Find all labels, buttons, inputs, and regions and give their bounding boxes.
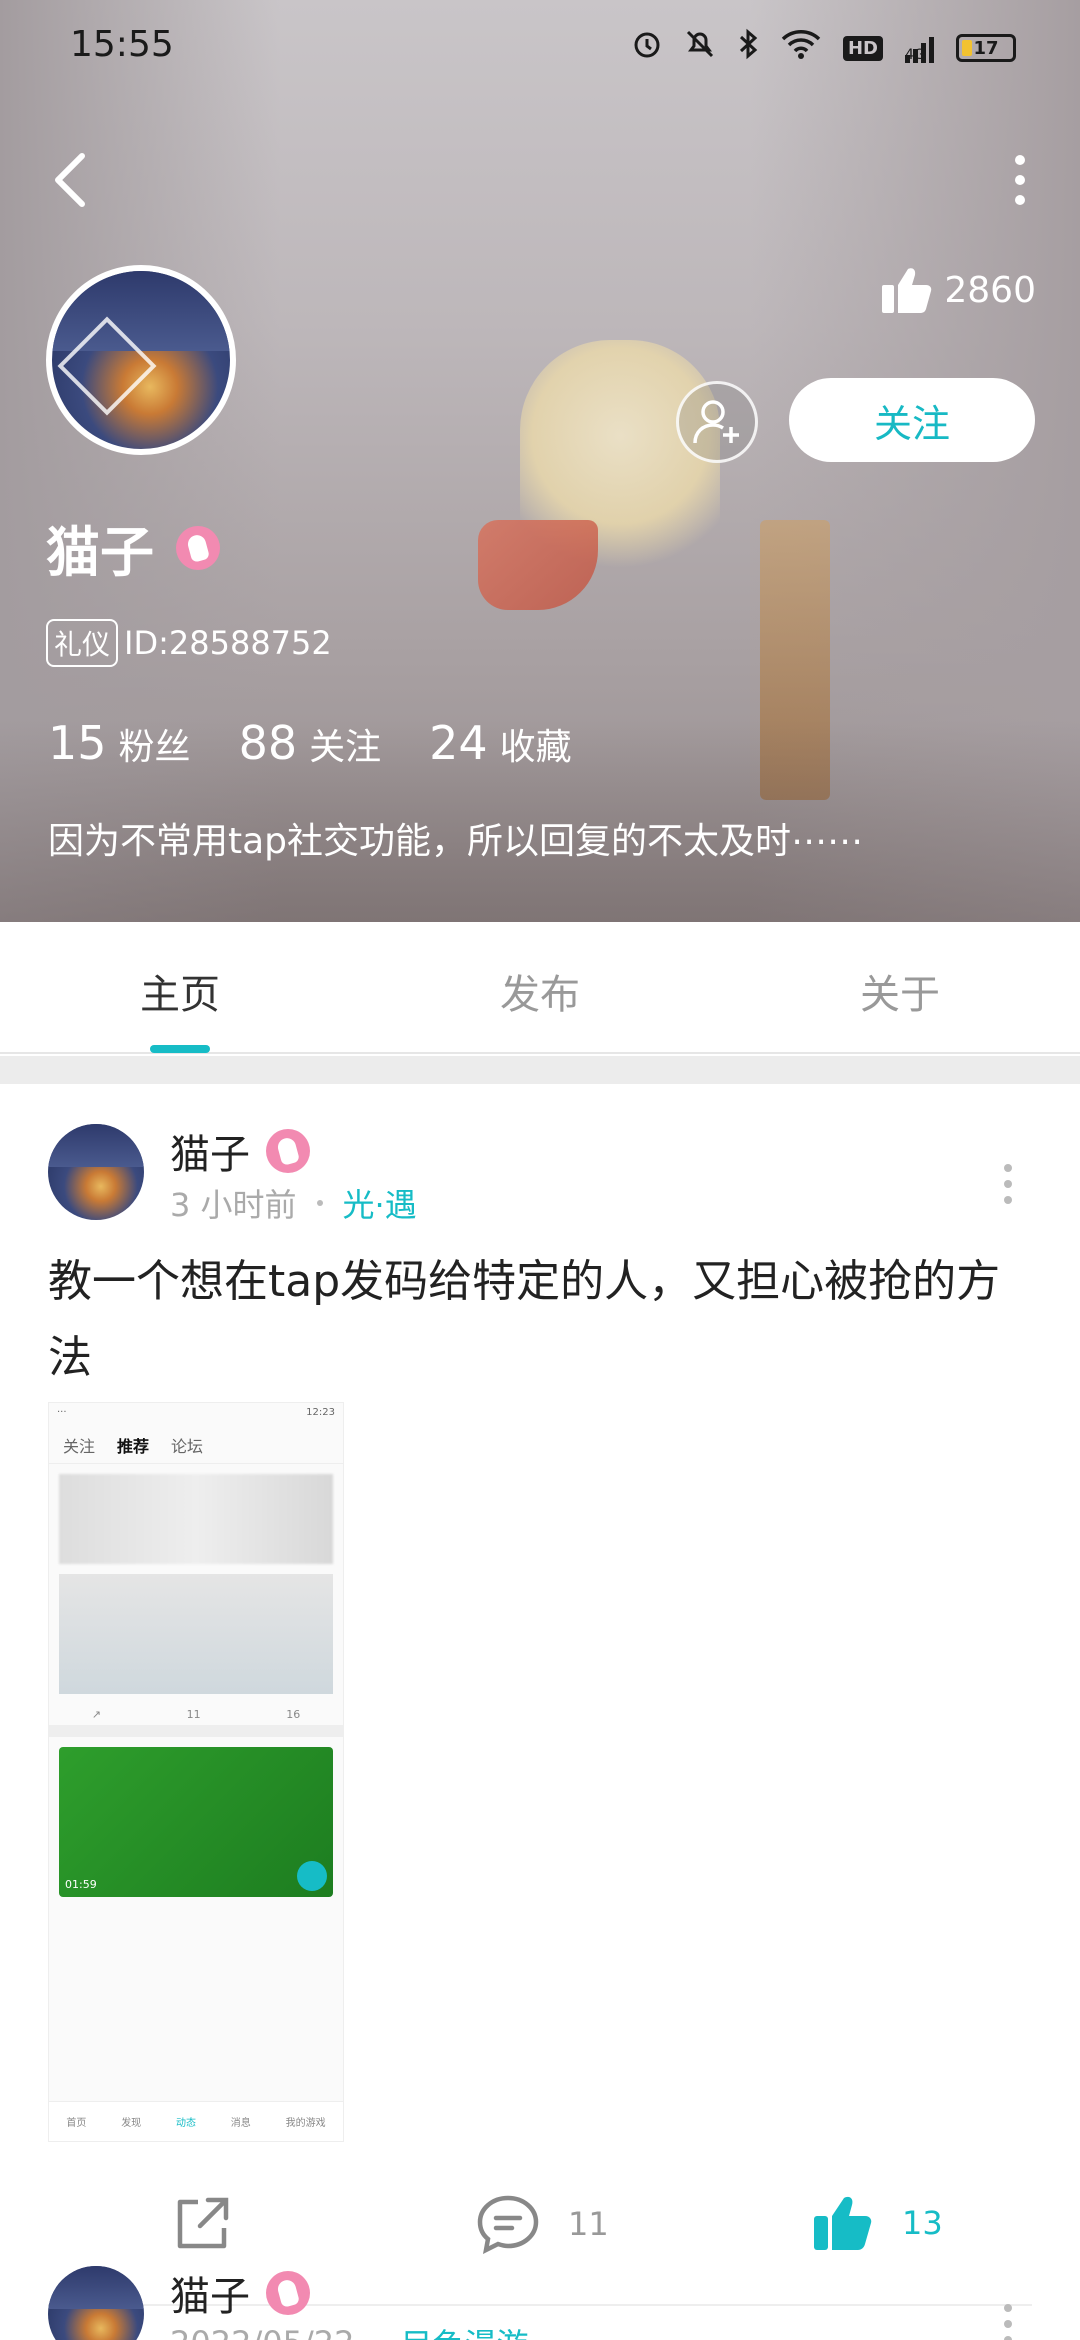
image-status-bar: ··· 12:23 [49, 1403, 343, 1427]
post-forum-link[interactable]: 光·遇 [343, 1180, 417, 1226]
alarm-icon [631, 28, 663, 68]
post-title[interactable]: 教一个想在tap发码给特定的人，又担心被抢的方法 [48, 1244, 1038, 1396]
image-blurred-text [59, 1474, 333, 1564]
profile-id-row: 礼仪 ID:28588752 [46, 619, 332, 667]
profile-bio: 因为不常用tap社交功能，所以回复的不太及时⋯⋯ [48, 821, 864, 862]
status-time: 15:55 [70, 24, 174, 65]
image-nav-discover: 发现 [121, 2118, 142, 2129]
chevron-left-icon [55, 153, 85, 207]
post2-author-row: 猫子 [170, 2264, 310, 2322]
stat-favorites-count[interactable]: 24 [429, 716, 488, 770]
profile-likes: 2860 [880, 265, 1036, 315]
stat-fans-label[interactable]: 粉丝 [119, 718, 191, 770]
battery-icon: 17 [956, 34, 1016, 62]
battery-level: 17 [973, 37, 999, 59]
like-button[interactable]: 13 [812, 2194, 943, 2252]
network-label: 4G [905, 47, 925, 63]
comment-button[interactable]: 11 [476, 2194, 609, 2254]
post-author-name[interactable]: 猫子 [170, 1122, 250, 1180]
image-tab-forum: 论坛 [171, 1437, 204, 1456]
stat-favorites-label[interactable]: 收藏 [500, 718, 572, 770]
image-game-thumbnail: 01:59 [59, 1747, 333, 1897]
tab-about[interactable]: 关于 [860, 962, 940, 1020]
tab-home[interactable]: 主页 [140, 962, 220, 1020]
image-like-count: 16 [286, 1708, 301, 1721]
post2-author-name[interactable]: 猫子 [170, 2264, 250, 2322]
thumbs-up-icon [882, 268, 932, 313]
post-time: 3 小时前 [170, 1186, 297, 1224]
post-more-button[interactable] [988, 1154, 1028, 1214]
post-author-avatar[interactable] [48, 1124, 144, 1220]
hd-badge: HD [842, 35, 883, 61]
signal-icon: 4G [905, 33, 934, 63]
stat-fans-count[interactable]: 15 [48, 716, 107, 770]
stat-following-label[interactable]: 关注 [309, 718, 381, 770]
profile-id: ID:28588752 [124, 624, 332, 662]
image-comment-count: 11 [186, 1708, 201, 1721]
mute-icon [685, 28, 715, 68]
post-author-row: 猫子 [170, 1122, 310, 1180]
post2-date: 2022/05/22 [170, 2324, 354, 2340]
post-image[interactable]: ··· 12:23 关注 推荐 论坛 ↗ 11 16 01:59 首页 发现 动态… [48, 1402, 344, 2142]
share-button[interactable] [172, 2194, 232, 2254]
section-divider [0, 1056, 1080, 1084]
stat-following-count[interactable]: 88 [239, 716, 298, 770]
wifi-icon [781, 29, 821, 67]
status-bar: 15:55 HD 4G 17 [0, 0, 1080, 95]
image-tab-follow: 关注 [63, 1437, 96, 1456]
like-count: 13 [902, 2204, 943, 2242]
post-card[interactable]: 猫子 3 小时前 光·遇 教一个想在tap发码给特定的人，又担心被抢的方法 ··… [0, 1084, 1080, 2340]
post-meta: 3 小时前 光·遇 [170, 1180, 417, 1226]
user-badge-icon [266, 2271, 310, 2315]
profile-stats: 15 粉丝 88 关注 24 收藏 [48, 716, 620, 770]
profile-header: 15:55 HD 4G 17 2860 关注 猫子 礼仪 ID:28588752… [0, 0, 1080, 922]
post2-more-button[interactable] [988, 2294, 1028, 2340]
header-character-cape [478, 520, 598, 610]
image-actions: ↗ 11 16 [91, 1708, 301, 1721]
share-icon [177, 2197, 229, 2249]
profile-name-row: 猫子 [46, 508, 220, 587]
tab-posts[interactable]: 发布 [500, 962, 580, 1020]
user-badge-icon [176, 525, 220, 570]
add-friend-button[interactable] [676, 381, 758, 463]
image-bottom-nav: 首页 发现 动态 消息 我的游戏 [49, 2101, 343, 2141]
post2-meta: 2022/05/22 目色漫游 [170, 2320, 528, 2340]
image-blurred-block [59, 1574, 333, 1694]
comment-icon [477, 2195, 539, 2254]
status-icons: HD 4G 17 [631, 28, 1016, 68]
image-video-time: 01:59 [65, 1878, 97, 1891]
profile-name: 猫子 [46, 521, 154, 584]
profile-avatar[interactable] [46, 265, 236, 455]
image-nav-games: 我的游戏 [285, 2118, 326, 2129]
thumbs-up-icon [814, 2196, 872, 2250]
image-tabs: 关注 推荐 论坛 [49, 1427, 343, 1464]
meta-separator [316, 1200, 323, 1206]
user-badge-icon [266, 1129, 310, 1173]
image-nav-feed: 动态 [175, 2118, 196, 2129]
post2-forum-link[interactable]: 目色漫游 [400, 2320, 528, 2340]
likes-count: 2860 [944, 269, 1036, 311]
follow-button[interactable]: 关注 [789, 378, 1035, 462]
image-status-time: 12:23 [306, 1407, 335, 1418]
back-button[interactable] [40, 145, 100, 215]
tab-active-indicator [150, 1045, 210, 1053]
image-nav-home: 首页 [66, 2118, 87, 2129]
profile-tabs: 主页 发布 关于 [0, 922, 1080, 1054]
image-nav-messages: 消息 [230, 2118, 251, 2129]
role-tag: 礼仪 [46, 619, 119, 667]
more-menu-button[interactable] [990, 150, 1050, 210]
post-actions: 11 13 [0, 2174, 1080, 2284]
image-separator [49, 1725, 343, 1737]
post2-author-avatar[interactable] [48, 2266, 144, 2340]
image-tab-recommend: 推荐 [117, 1437, 150, 1456]
comment-count: 11 [568, 2205, 609, 2243]
add-user-icon [693, 400, 739, 444]
bluetooth-icon [737, 28, 759, 68]
